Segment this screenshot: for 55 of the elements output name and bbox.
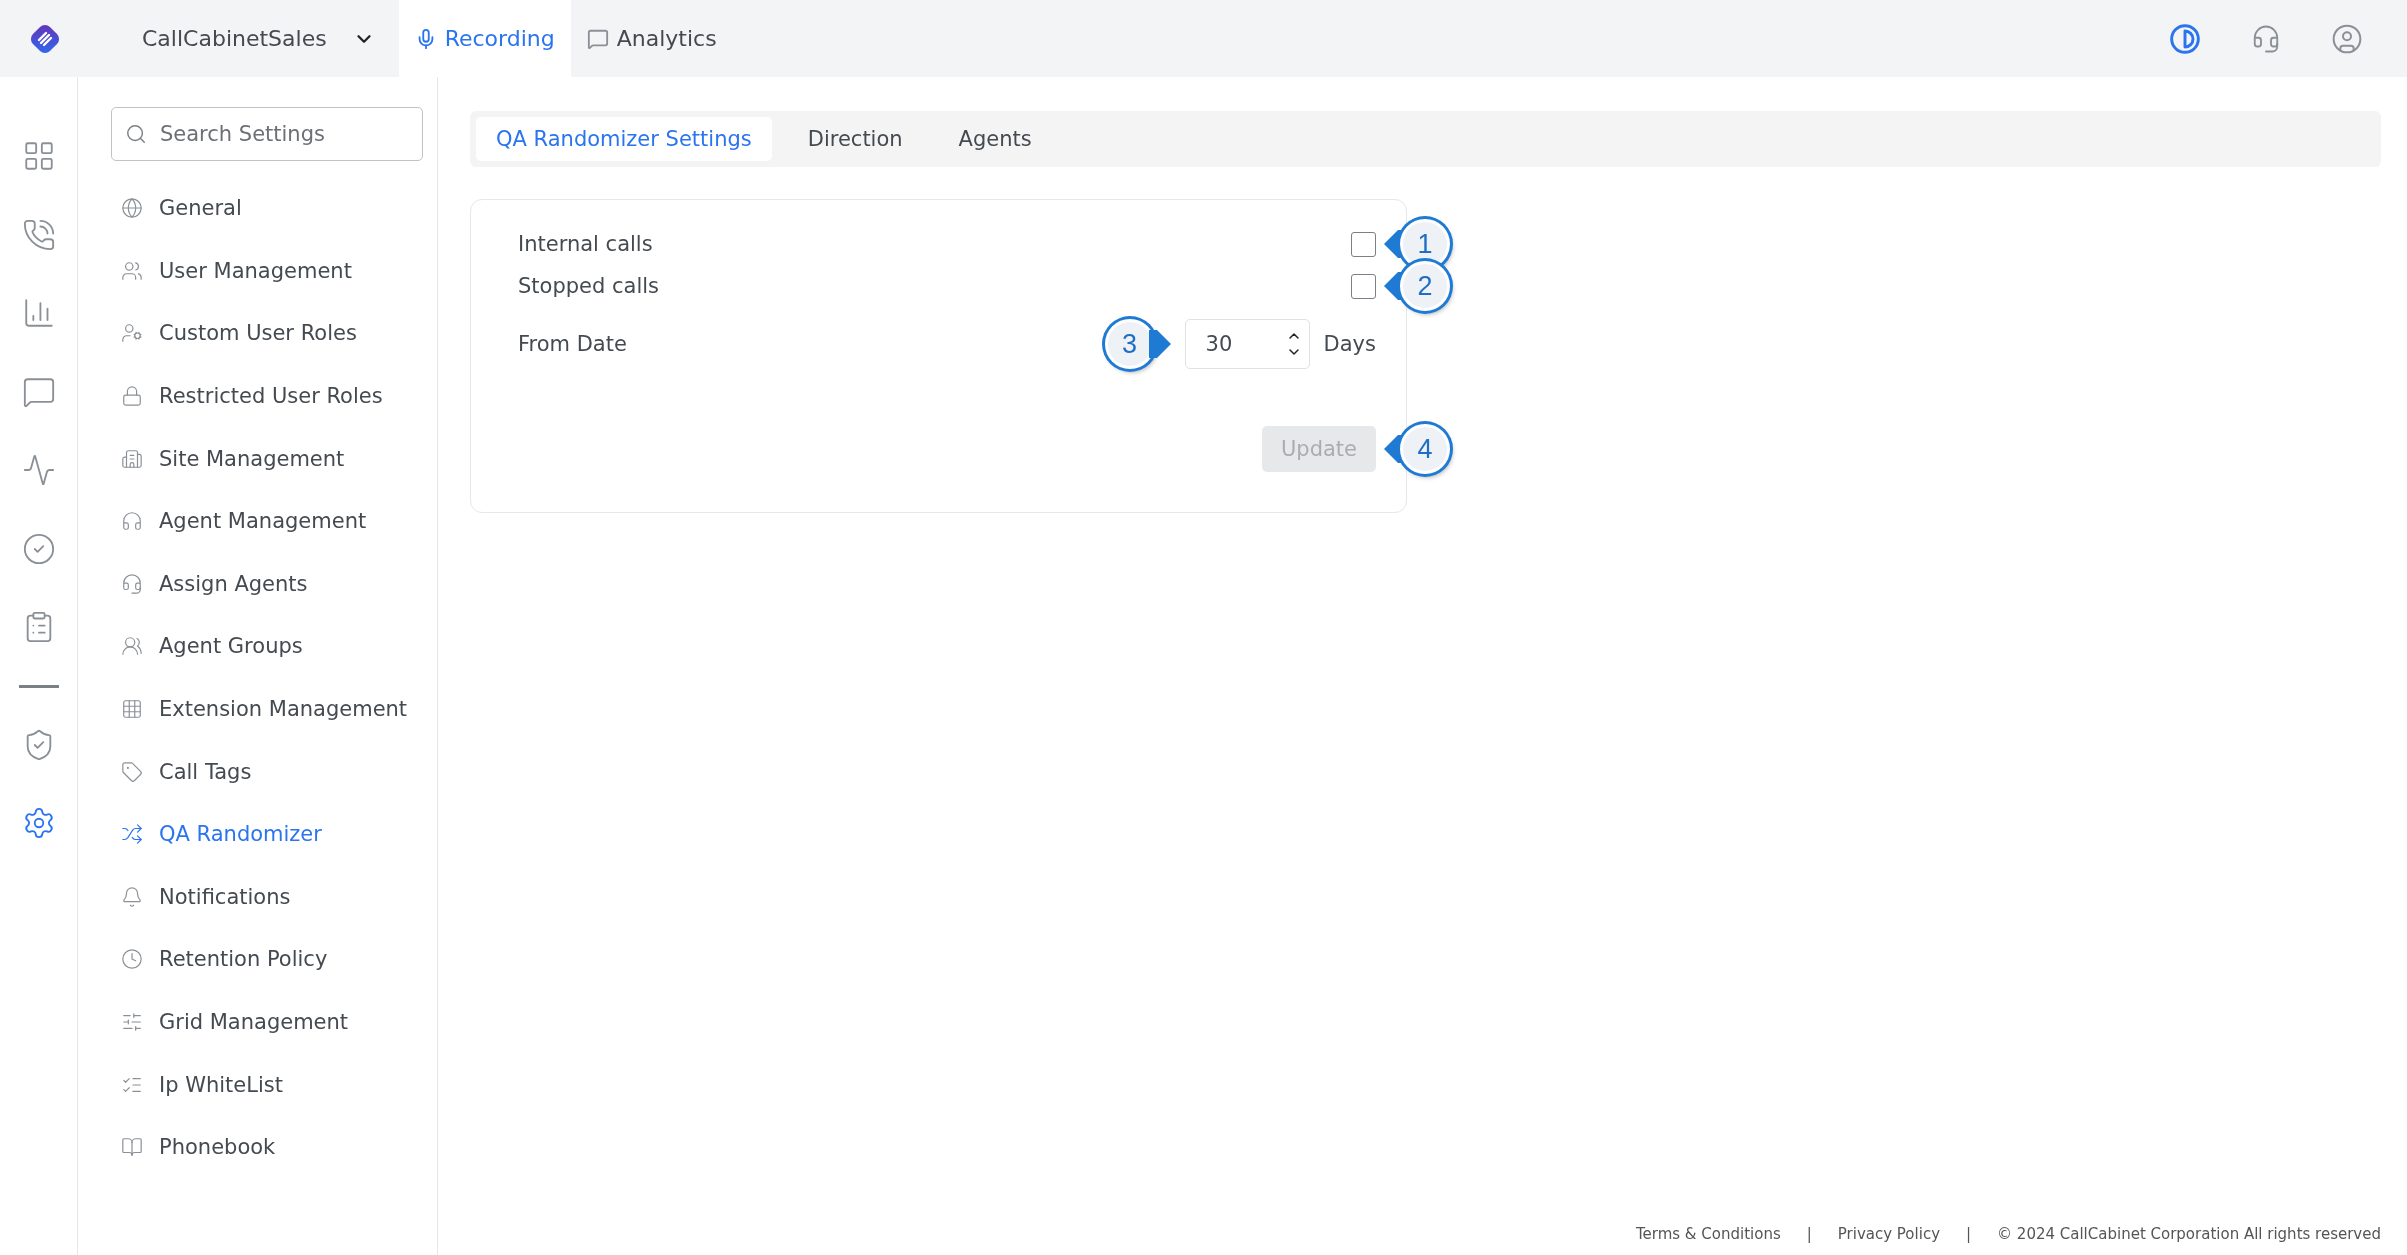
field-label: From Date <box>518 332 627 356</box>
settings-nav-item[interactable]: Agent Management <box>111 489 423 553</box>
shuffle-icon <box>121 823 143 846</box>
settings-nav-item[interactable]: Phonebook <box>111 1115 423 1179</box>
checkbox[interactable] <box>1351 273 1376 299</box>
user-cog-icon <box>121 322 143 345</box>
settings-nav-item[interactable]: Call Tags <box>111 740 423 803</box>
users-icon <box>121 259 143 282</box>
sliders-icon <box>121 1011 143 1033</box>
settings-nav-item[interactable]: Restricted User Roles <box>111 364 423 428</box>
users-icon <box>121 635 143 658</box>
checkbox-label: Stopped calls <box>518 274 660 298</box>
nav-tab[interactable]: Recording <box>398 0 571 77</box>
footer-link[interactable]: Privacy Policy <box>1837 1225 1940 1243</box>
settings-nav-item[interactable]: Custom User Roles <box>111 302 423 365</box>
contrast-icon[interactable] <box>2169 22 2201 55</box>
settings-nav-item[interactable]: Notifications <box>111 865 423 929</box>
settings-nav-item[interactable]: Grid Management <box>111 990 423 1054</box>
book-icon <box>121 1136 143 1159</box>
checkbox-label: Internal calls <box>518 232 653 256</box>
globe-icon <box>121 197 143 220</box>
settings-tab[interactable]: QA Randomizer Settings <box>476 117 772 161</box>
chat-icon <box>586 27 609 50</box>
search-icon <box>125 123 147 145</box>
keypad-icon <box>121 698 143 721</box>
settings-nav-item[interactable]: Agent Groups <box>111 615 423 678</box>
separator: | <box>1806 1225 1812 1243</box>
user-icon[interactable] <box>2331 22 2363 55</box>
settings-nav-item[interactable]: Assign Agents <box>111 552 423 616</box>
checkbox[interactable] <box>1351 231 1376 257</box>
tag-icon <box>121 760 143 783</box>
number-field[interactable]: 30 <box>1184 319 1310 369</box>
footer-link[interactable]: Terms & Conditions <box>1635 1225 1781 1243</box>
settings-nav-item[interactable]: Extension Management <box>111 677 423 741</box>
separator: | <box>1966 1225 1972 1243</box>
settings-nav-item[interactable]: Site Management <box>111 427 423 490</box>
copyright-text: © 2024 CallCabinet Corporation All rights reserved <box>1997 1225 2381 1243</box>
bell-icon <box>121 885 143 908</box>
headset-icon <box>121 572 143 595</box>
settings-tab[interactable]: Agents <box>938 117 1052 161</box>
workspace-dropdown[interactable]: CallCabinetSales <box>90 0 399 77</box>
settings-nav-item[interactable]: QA Randomizer <box>111 802 423 866</box>
unit-label: Days <box>1323 332 1376 356</box>
nav-tab[interactable]: Analytics <box>570 0 733 77</box>
settings-tab[interactable]: Direction <box>787 117 923 161</box>
settings-nav-item[interactable]: Retention Policy <box>111 928 423 991</box>
lock-icon <box>121 385 143 408</box>
settings-nav-item[interactable]: Ip WhiteList <box>111 1053 423 1116</box>
headphones-icon[interactable] <box>2251 23 2281 54</box>
settings-nav-item[interactable]: General <box>111 177 423 240</box>
building-icon <box>121 447 143 470</box>
search-field[interactable]: Search Settings <box>111 107 423 161</box>
clock-icon <box>121 948 143 971</box>
headphones-icon <box>121 510 143 533</box>
settings-nav-item[interactable]: User Management <box>111 239 423 303</box>
